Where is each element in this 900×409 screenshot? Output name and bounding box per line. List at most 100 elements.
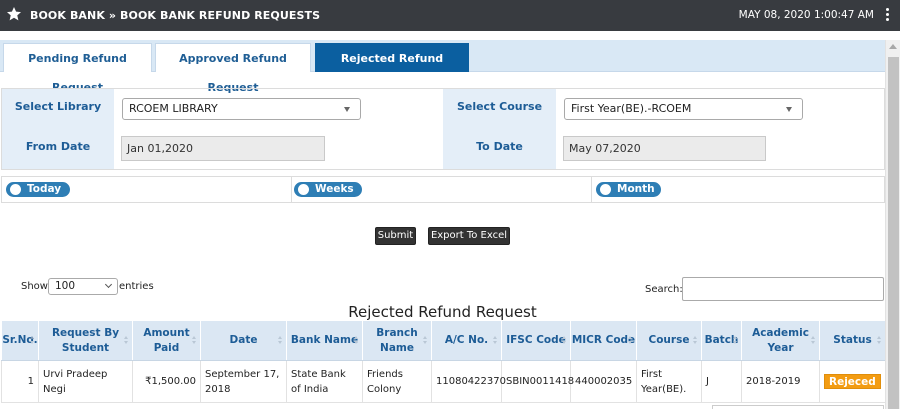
column-label: Request By Student	[51, 326, 120, 354]
radio-weeks[interactable]: Weeks	[294, 182, 362, 197]
entries-select-value: 100	[55, 280, 76, 292]
datetime: MAY 08, 2020 1:00:47 AM	[739, 9, 874, 21]
column-header[interactable]: Academic Year	[741, 320, 820, 361]
sort-icon	[192, 336, 197, 346]
column-header[interactable]: Bank Name	[286, 320, 363, 361]
column-header[interactable]: IFSC Code	[501, 320, 571, 361]
tab-pending-refund[interactable]: Pending Refund Request	[3, 43, 152, 94]
cell-batch: J	[701, 360, 742, 403]
radio-dot-icon	[10, 184, 21, 195]
radio-month[interactable]: Month	[596, 182, 661, 197]
caret-down-icon	[786, 107, 792, 112]
radio-dot-icon	[600, 184, 611, 195]
select-library-label: Select Library	[2, 89, 114, 129]
tab-bar: Pending Refund Request Approved Refund R…	[0, 40, 885, 94]
column-header[interactable]: Request By Student	[38, 320, 133, 361]
column-header[interactable]: Date	[200, 320, 287, 361]
cell-micr: 440002035	[570, 360, 637, 403]
sort-icon	[423, 336, 428, 346]
cell-account-no: 11080422370	[431, 360, 506, 403]
course-select-value: First Year(BE).-RCOEM	[571, 102, 692, 115]
tab-approved-refund[interactable]: Approved Refund Request	[155, 43, 311, 94]
sort-icon	[124, 336, 129, 346]
entries-label: entries	[119, 281, 154, 292]
column-header[interactable]: Batch	[701, 320, 742, 361]
column-label: Bank Name	[290, 334, 359, 346]
cell-amount: ₹1,500.00	[132, 360, 201, 403]
cell-date: September 17, 2018	[200, 360, 287, 403]
kebab-menu-icon[interactable]	[886, 8, 890, 22]
from-date-label: From Date	[2, 129, 114, 169]
column-header[interactable]: MICR Code	[570, 320, 637, 361]
entries-select[interactable]: 100	[48, 278, 118, 295]
divider	[291, 177, 292, 202]
column-header[interactable]: Course	[636, 320, 702, 361]
column-header[interactable]: A/C No.	[431, 320, 502, 361]
cell-ifsc: SBIN0011418	[501, 360, 574, 403]
pagination-edge	[712, 405, 884, 409]
radio-dot-icon	[298, 184, 309, 195]
current-time: 1:00:47 AM	[813, 9, 874, 21]
divider	[591, 177, 592, 202]
column-header[interactable]: Amount Paid	[132, 320, 201, 361]
sort-icon	[493, 336, 498, 346]
cell-academic-year: 2018-2019	[741, 360, 820, 403]
to-date-input[interactable]: May 07,2020	[563, 136, 766, 161]
sort-icon	[354, 336, 359, 346]
sort-icon	[278, 336, 283, 346]
radio-today-label: Today	[27, 183, 62, 195]
sort-icon	[693, 336, 698, 346]
column-label: Amount Paid	[143, 326, 190, 354]
column-label: Status	[833, 334, 872, 346]
to-date-label: To Date	[443, 129, 556, 169]
tab-rejected-refund[interactable]: Rejected Refund Request	[315, 43, 469, 94]
search-input[interactable]	[682, 277, 884, 301]
radio-month-label: Month	[617, 183, 655, 195]
column-label: Date	[229, 334, 258, 346]
column-label: A/C No.	[444, 334, 489, 346]
table-header-row: Sr.No. Request By Student Amount Paid Da…	[1, 320, 886, 361]
top-bar: BOOK BANK » BOOK BANK REFUND REQUESTS MA…	[0, 0, 900, 31]
sort-icon	[877, 336, 882, 346]
caret-down-icon	[344, 107, 350, 112]
sort-icon	[733, 336, 738, 346]
cell-branch-name: Friends Colony	[362, 360, 432, 403]
table-row: 1 Urvi Pradeep Negi ₹1,500.00 September …	[1, 360, 886, 403]
export-excel-button[interactable]: Export To Excel	[428, 227, 510, 245]
show-label: Show	[21, 281, 48, 292]
column-header[interactable]: Branch Name	[362, 320, 432, 361]
radio-today[interactable]: Today	[6, 182, 70, 197]
radio-weeks-label: Weeks	[315, 183, 354, 195]
select-course-label: Select Course	[443, 89, 556, 129]
star-icon[interactable]	[6, 6, 22, 22]
column-label: IFSC Code	[506, 334, 566, 346]
filter-panel: Select Library RCOEM LIBRARY Select Cour…	[1, 88, 885, 170]
sort-icon	[562, 336, 567, 346]
sort-icon	[30, 336, 35, 346]
from-date-input[interactable]: Jan 01,2020	[121, 136, 325, 161]
scroll-up-icon[interactable]	[889, 44, 897, 49]
sort-icon	[811, 336, 816, 346]
column-label: MICR Code	[571, 334, 636, 346]
cell-student: Urvi Pradeep Negi	[38, 360, 133, 403]
current-date: MAY 08, 2020	[738, 9, 811, 21]
column-header[interactable]: Status	[819, 320, 886, 361]
course-select[interactable]: First Year(BE).-RCOEM	[564, 98, 803, 120]
period-radio-row: Today Weeks Month	[1, 176, 885, 203]
chevron-down-icon	[104, 280, 113, 289]
refund-table: Sr.No. Request By Student Amount Paid Da…	[1, 320, 886, 403]
column-label: Academic Year	[752, 326, 809, 354]
column-header[interactable]: Sr.No.	[1, 320, 39, 361]
library-select[interactable]: RCOEM LIBRARY	[122, 98, 361, 120]
column-label: Course	[648, 334, 690, 346]
page-title: BOOK BANK » BOOK BANK REFUND REQUESTS	[30, 9, 321, 22]
cell-course: First Year(BE).	[636, 360, 702, 403]
cell-sr-no: 1	[1, 360, 39, 403]
scrollbar-thumb[interactable]	[888, 57, 899, 409]
cell-bank-name: State Bank of India	[286, 360, 363, 403]
sort-icon	[628, 336, 633, 346]
cell-status: Rejeced	[819, 360, 886, 403]
submit-button[interactable]: Submit	[375, 227, 416, 245]
vertical-scrollbar[interactable]	[885, 40, 900, 409]
search-label: Search:	[645, 284, 683, 295]
